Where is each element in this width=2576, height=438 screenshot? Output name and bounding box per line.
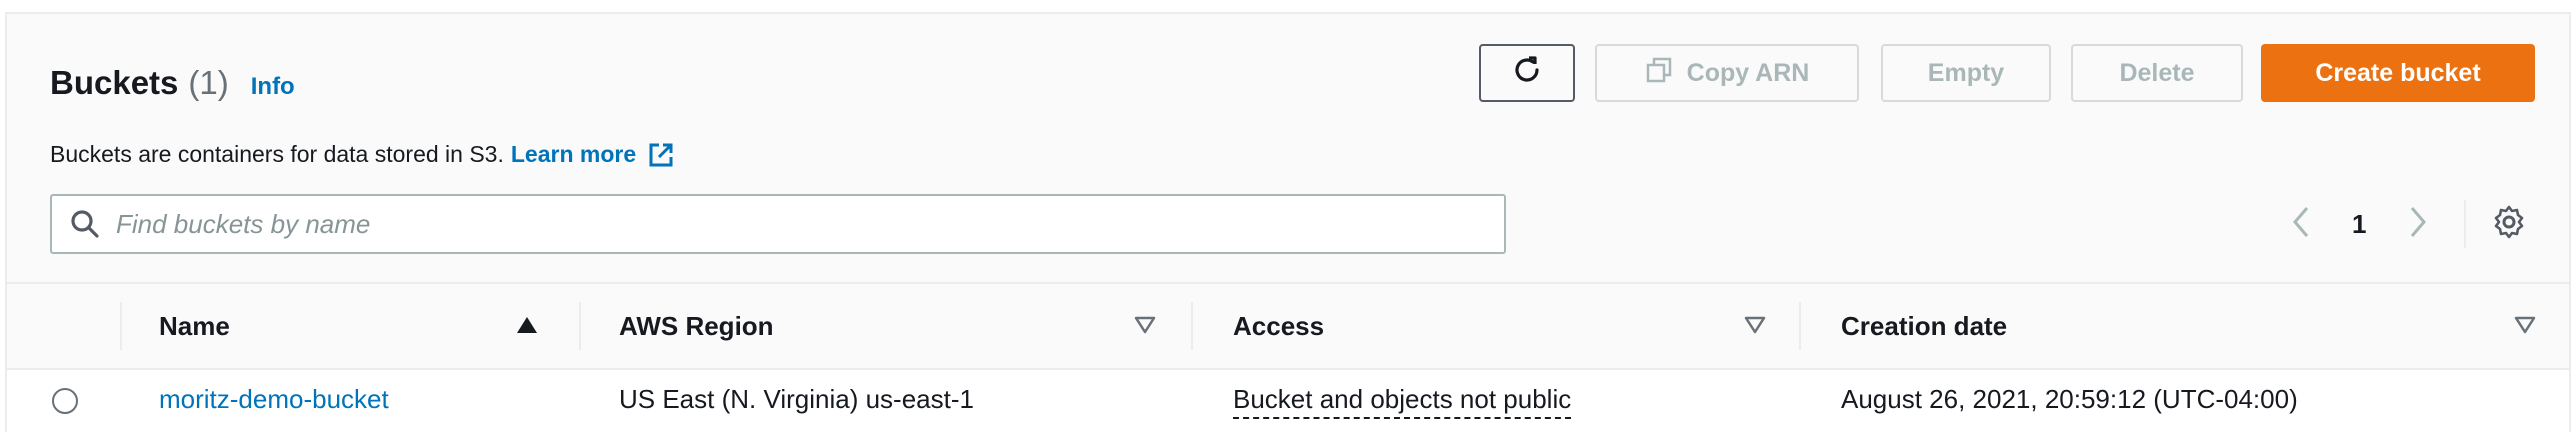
bucket-region: US East (N. Virginia) us-east-1 bbox=[619, 384, 974, 414]
chevron-left-icon bbox=[2289, 202, 2313, 247]
column-separator bbox=[1191, 302, 1193, 350]
page-title: Buckets (1) Info bbox=[50, 64, 295, 102]
copy-icon bbox=[1645, 56, 1687, 91]
gear-icon bbox=[2491, 205, 2527, 244]
learn-more-link[interactable]: Learn more bbox=[511, 141, 636, 168]
column-header-name[interactable]: Name bbox=[159, 284, 230, 368]
sort-icon[interactable] bbox=[1133, 314, 1157, 341]
search-icon bbox=[70, 209, 100, 239]
previous-page-button[interactable] bbox=[2289, 202, 2313, 247]
pagination-divider bbox=[2464, 200, 2466, 248]
chevron-right-icon bbox=[2406, 202, 2430, 247]
search-field[interactable] bbox=[50, 194, 1506, 254]
external-link-icon[interactable] bbox=[648, 142, 674, 168]
search-input[interactable] bbox=[116, 208, 1504, 240]
table-header: Name AWS Region Access Creation date bbox=[7, 282, 2569, 370]
delete-button[interactable]: Delete bbox=[2071, 44, 2243, 102]
panel-header: Buckets (1) Info Buckets are containers … bbox=[7, 14, 2569, 284]
sort-ascending-icon[interactable] bbox=[515, 314, 539, 341]
column-label: Access bbox=[1233, 310, 1325, 341]
create-bucket-button[interactable]: Create bucket bbox=[2261, 44, 2535, 102]
column-label: Name bbox=[159, 310, 230, 341]
sort-icon[interactable] bbox=[1743, 314, 1767, 341]
row-select-radio[interactable] bbox=[52, 388, 78, 414]
copy-arn-label: Copy ARN bbox=[1686, 58, 1810, 87]
description: Buckets are containers for data stored i… bbox=[50, 141, 674, 168]
bucket-count: (1) bbox=[188, 64, 229, 101]
column-separator bbox=[579, 302, 581, 350]
preferences-button[interactable] bbox=[2491, 204, 2527, 245]
bucket-access[interactable]: Bucket and objects not public bbox=[1233, 384, 1572, 419]
sort-icon[interactable] bbox=[2513, 314, 2537, 341]
table-row[interactable]: moritz-demo-bucket US East (N. Virginia)… bbox=[7, 370, 2569, 432]
title-text: Buckets bbox=[50, 64, 179, 101]
copy-arn-button[interactable]: Copy ARN bbox=[1595, 44, 1859, 102]
column-header-creation-date[interactable]: Creation date bbox=[1841, 284, 2007, 368]
column-header-access[interactable]: Access bbox=[1233, 284, 1324, 368]
buckets-panel: Buckets (1) Info Buckets are containers … bbox=[5, 12, 2571, 432]
column-header-region[interactable]: AWS Region bbox=[619, 284, 774, 368]
refresh-icon bbox=[1511, 54, 1543, 93]
current-page[interactable]: 1 bbox=[2352, 209, 2366, 240]
bucket-creation-date: August 26, 2021, 20:59:12 (UTC-04:00) bbox=[1841, 384, 2298, 414]
column-separator bbox=[120, 302, 122, 350]
info-link[interactable]: Info bbox=[251, 73, 295, 101]
description-text: Buckets are containers for data stored i… bbox=[50, 141, 504, 167]
next-page-button[interactable] bbox=[2406, 202, 2430, 247]
column-label: AWS Region bbox=[619, 310, 774, 341]
empty-button[interactable]: Empty bbox=[1881, 44, 2051, 102]
column-separator bbox=[1799, 302, 1801, 350]
bucket-name-link[interactable]: moritz-demo-bucket bbox=[159, 384, 389, 415]
column-label: Creation date bbox=[1841, 310, 2008, 341]
refresh-button[interactable] bbox=[1479, 44, 1575, 102]
